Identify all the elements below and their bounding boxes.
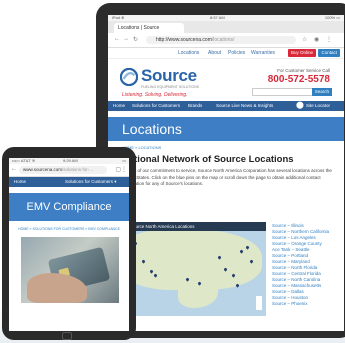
address-field[interactable]: www.sourcena.com/solutions-for-...	[19, 166, 107, 174]
phone-device: ••••○ AT&T ≋ 9:29 AM ▭ ← www.sourcena.co…	[2, 147, 136, 340]
phone-url-bar: ← www.sourcena.com/solutions-for-... ▢ ⋮	[9, 164, 129, 177]
locations-list: Source – Illinois Source – Northern Cali…	[272, 223, 332, 307]
page-title: EMV Compliance	[26, 201, 112, 213]
status-time: 9:29 AM	[63, 158, 78, 163]
menu-icon[interactable]: ⋮	[326, 36, 332, 43]
tablet-screen: iPad ⊕ 8:57 AM 100% ▭ Locations | Source…	[108, 15, 344, 331]
status-carrier: ••••○ AT&T ≋	[12, 158, 36, 163]
locations-map[interactable]: Source North America Locations	[118, 222, 266, 316]
tagline: Listening. Solving. Delivering.	[122, 92, 188, 98]
menu-icon[interactable]: ⋮	[121, 166, 127, 173]
status-battery: 100% ▭	[324, 15, 340, 20]
forward-arrow-icon[interactable]: →	[123, 36, 129, 42]
site-header: Source FUELING EQUIPMENT SOLUTIONS Liste…	[108, 59, 344, 101]
map-pin-icon: ⬤	[296, 102, 304, 109]
main-navigation: Home Solutions for Customers Brands Sour…	[108, 101, 344, 111]
browser-tab-bar: Locations | Source	[108, 21, 344, 33]
map-zoom-control[interactable]	[256, 296, 262, 310]
link-about[interactable]: About	[208, 50, 221, 56]
section-title: National Network of Source Locations	[122, 154, 294, 165]
search-button[interactable]: Search	[311, 88, 332, 96]
breadcrumb[interactable]: HOME » LOCATIONS	[122, 145, 344, 150]
browser-url-bar: ← → ↻ http://www.sourcena.com/locations/…	[108, 33, 344, 48]
phone-navigation: Home Solutions for Customers ▾	[9, 177, 129, 187]
home-button[interactable]	[62, 332, 72, 340]
link-warranties[interactable]: Warranties	[251, 50, 275, 56]
logo-text[interactable]: Source	[141, 66, 197, 86]
customer-service-label: For Customer Service Call	[277, 68, 330, 73]
map-title-bar: Source North America Locations	[118, 222, 266, 231]
link-policies[interactable]: Policies	[228, 50, 245, 56]
nav-brands[interactable]: Brands	[188, 103, 202, 108]
intro-paragraph: As part of our commitment to service, So…	[122, 168, 332, 186]
nav-news[interactable]: Source Live News & Insights	[216, 103, 273, 108]
phone-number[interactable]: 800-572-5578	[268, 74, 330, 85]
phone-screen: ••••○ AT&T ≋ 9:29 AM ▭ ← www.sourcena.co…	[9, 158, 129, 331]
page-hero: Locations	[108, 117, 344, 141]
nav-solutions[interactable]: Solutions for Customers ▾	[65, 179, 117, 185]
url-path: /solutions-for-...	[62, 167, 94, 172]
search-input[interactable]	[252, 88, 314, 96]
logo-subtitle: FUELING EQUIPMENT SOLUTIONS	[141, 85, 200, 89]
map-land-south	[178, 282, 218, 308]
page-hero: EMV Compliance	[9, 193, 129, 221]
reload-icon[interactable]: ↻	[133, 36, 138, 43]
page-title: Locations	[122, 121, 182, 137]
breadcrumb[interactable]: HOME » SOLUTIONS FOR CUSTOMERS » EMV COM…	[9, 227, 129, 231]
emv-card-photo	[21, 237, 119, 303]
nav-site-locator[interactable]: Site Locator	[306, 103, 330, 108]
url-domain: www.sourcena.com	[23, 167, 63, 172]
back-arrow-icon[interactable]: ←	[114, 36, 120, 42]
extension-icon[interactable]: ◉	[314, 36, 319, 43]
contact-button[interactable]: Contact	[318, 49, 340, 57]
nav-home[interactable]: Home	[14, 179, 26, 184]
source-logo-icon[interactable]	[120, 68, 138, 86]
map-pin[interactable]	[235, 283, 240, 288]
url-path: /locations/	[211, 37, 235, 43]
buy-online-button[interactable]: Buy Online	[287, 49, 316, 57]
status-battery: ▭	[122, 158, 126, 163]
utility-nav: Locations About Policies Warranties Buy …	[108, 48, 344, 59]
star-icon[interactable]: ☆	[302, 36, 307, 43]
browser-tab[interactable]: Locations | Source	[114, 23, 184, 33]
location-link[interactable]: Source – Phoenix	[272, 301, 332, 307]
link-locations[interactable]: Locations	[178, 50, 199, 56]
map-title: Source North America Locations	[130, 224, 195, 229]
nav-solutions[interactable]: Solutions for Customers	[132, 103, 180, 108]
address-field[interactable]: http://www.sourcena.com/locations/	[146, 36, 296, 44]
back-arrow-icon[interactable]: ←	[11, 166, 17, 172]
nav-home[interactable]: Home	[113, 103, 125, 108]
url-domain: http://www.sourcena.com	[156, 37, 212, 43]
status-carrier: iPad ⊕	[112, 15, 125, 20]
status-time: 8:57 AM	[210, 15, 225, 20]
